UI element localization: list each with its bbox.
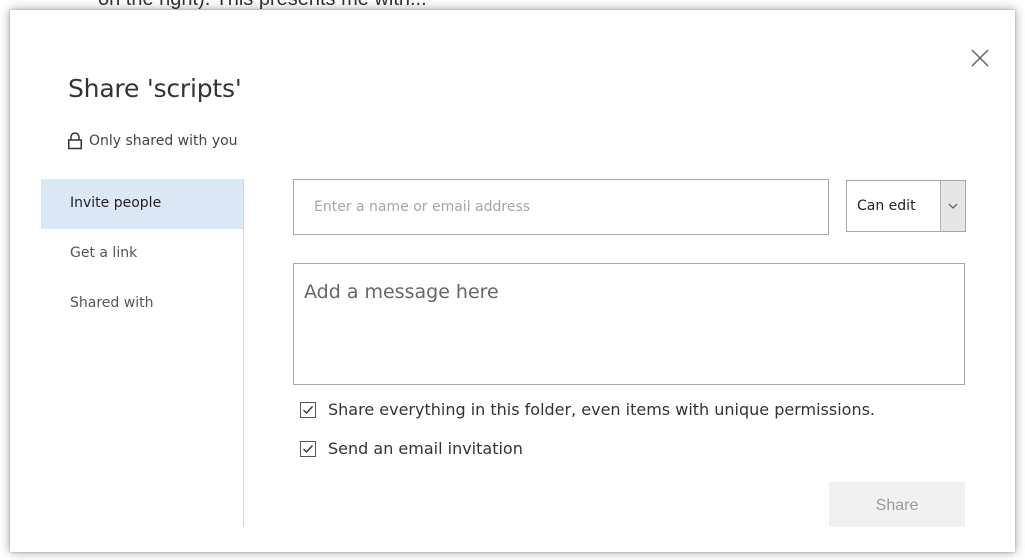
share-everything-checkbox[interactable] (300, 401, 316, 418)
send-email-checkbox[interactable] (300, 440, 316, 457)
permission-dropdown-toggle[interactable] (940, 181, 965, 231)
permission-selected-value: Can edit (857, 198, 916, 214)
share-everything-label: Share everything in this folder, even it… (328, 400, 876, 419)
share-dialog: Share 'scripts' Only shared with you Inv… (10, 10, 1015, 552)
sidebar-item-invite-people[interactable]: Invite people (41, 179, 243, 229)
sharing-status: Only shared with you (67, 132, 238, 150)
message-textarea[interactable] (293, 263, 965, 385)
permission-dropdown[interactable]: Can edit (846, 180, 966, 232)
checkmark-icon (303, 405, 314, 414)
send-email-option[interactable]: Send an email invitation (300, 439, 523, 458)
sharing-status-label: Only shared with you (89, 133, 238, 149)
share-sidebar: Invite people Get a link Shared with (41, 179, 244, 527)
dialog-title: Share 'scripts' (68, 74, 242, 103)
share-button[interactable]: Share (829, 482, 965, 527)
checkmark-icon (303, 444, 314, 453)
sidebar-item-get-a-link[interactable]: Get a link (41, 229, 243, 279)
lock-icon (67, 132, 83, 150)
chevron-down-icon (948, 203, 958, 209)
share-everything-option[interactable]: Share everything in this folder, even it… (300, 400, 875, 419)
close-icon (971, 49, 989, 67)
sidebar-item-shared-with[interactable]: Shared with (41, 279, 243, 329)
invite-people-input[interactable] (293, 179, 829, 235)
close-button[interactable] (968, 46, 992, 70)
send-email-label: Send an email invitation (328, 439, 523, 458)
